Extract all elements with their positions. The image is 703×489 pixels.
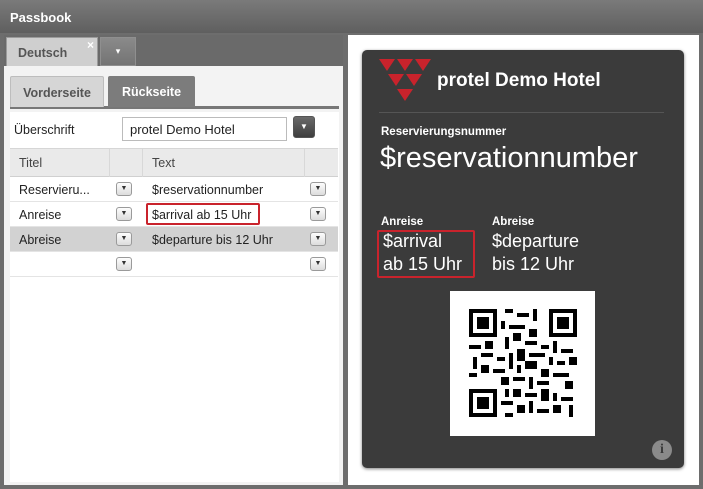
chevron-down-icon[interactable]: ▼ [116, 182, 132, 196]
departure-line: $departure [492, 231, 580, 251]
cell-title[interactable]: Reservieru... [10, 177, 110, 201]
highlight-box [377, 230, 475, 278]
table-row[interactable]: Anreise ▼ $arrival ab 15 Uhr ▼ [10, 202, 338, 227]
language-dropdown-button[interactable]: ▾ [100, 37, 136, 66]
table-row[interactable]: Abreise ▼ $departure bis 12 Uhr ▼ [10, 227, 338, 252]
heading-input[interactable]: protel Demo Hotel [122, 117, 287, 141]
tab-language-deutsch[interactable]: Deutsch × [6, 37, 98, 66]
cell-text[interactable] [143, 252, 301, 276]
divider [379, 112, 664, 113]
chevron-down-icon[interactable]: ▼ [116, 232, 132, 246]
table-row[interactable]: Reservieru... ▼ $reservationnumber ▼ [10, 177, 338, 202]
window-title: Passbook [0, 0, 703, 33]
info-icon[interactable]: i [652, 440, 672, 460]
reservation-value: $reservationnumber [380, 142, 638, 174]
language-tab-bar: Deutsch × ▾ [4, 35, 343, 66]
chevron-down-icon: ▾ [115, 46, 121, 56]
qr-code-icon [469, 309, 577, 417]
close-icon[interactable]: × [87, 38, 94, 52]
cell-title[interactable]: Anreise [10, 202, 110, 226]
hotel-name: protel Demo Hotel [437, 70, 601, 91]
highlight-box [146, 203, 260, 225]
cell-text[interactable]: $departure bis 12 Uhr [143, 227, 301, 251]
departure-label: Abreise [492, 216, 535, 228]
chevron-down-icon[interactable]: ▼ [310, 232, 326, 246]
grid-header: Titel Text [10, 148, 338, 177]
departure-line: bis 12 Uhr [492, 254, 575, 274]
editor-panel: Deutsch × ▾ Vorderseite Rückseite Übersc… [4, 35, 343, 485]
chevron-down-icon[interactable]: ▼ [116, 257, 132, 271]
fields-grid: Titel Text Reservieru... ▼ $reservationn… [10, 148, 338, 277]
passbook-window: Passbook Deutsch × ▾ Vorderseite Rücksei… [0, 0, 703, 489]
side-tabs: Vorderseite Rückseite [10, 76, 339, 109]
arrival-label: Anreise [381, 216, 424, 228]
cell-title[interactable] [10, 252, 110, 276]
tab-back[interactable]: Rückseite [108, 76, 195, 107]
cell-title[interactable]: Abreise [10, 227, 110, 251]
chevron-down-icon[interactable]: ▼ [310, 207, 326, 221]
chevron-down-icon[interactable]: ▼ [116, 207, 132, 221]
heading-dropdown-button[interactable]: ▼ [293, 116, 315, 138]
tab-language-label: Deutsch [18, 46, 68, 60]
chevron-down-icon[interactable]: ▼ [310, 257, 326, 271]
table-row[interactable]: ▼ ▼ [10, 252, 338, 277]
reservation-label: Reservierungsnummer [381, 126, 507, 138]
qr-code [450, 291, 595, 436]
column-header-title: Titel [10, 149, 110, 177]
chevron-down-icon: ▼ [300, 122, 308, 131]
column-header-spacer [110, 149, 143, 177]
column-header-spacer [305, 149, 338, 177]
departure-value: $departure bis 12 Uhr [492, 230, 602, 276]
back-side-form: Überschrift protel Demo Hotel ▼ Titel Te… [10, 112, 339, 482]
chevron-down-icon[interactable]: ▼ [310, 182, 326, 196]
cell-text[interactable]: $reservationnumber [143, 177, 301, 201]
tab-front[interactable]: Vorderseite [10, 76, 104, 107]
heading-label: Überschrift [14, 123, 75, 137]
passbook-card: protel Demo Hotel Reservierungsnummer $r… [362, 50, 684, 468]
protel-logo-icon [379, 59, 431, 101]
preview-panel: protel Demo Hotel Reservierungsnummer $r… [348, 35, 699, 485]
column-header-text: Text [143, 149, 305, 177]
